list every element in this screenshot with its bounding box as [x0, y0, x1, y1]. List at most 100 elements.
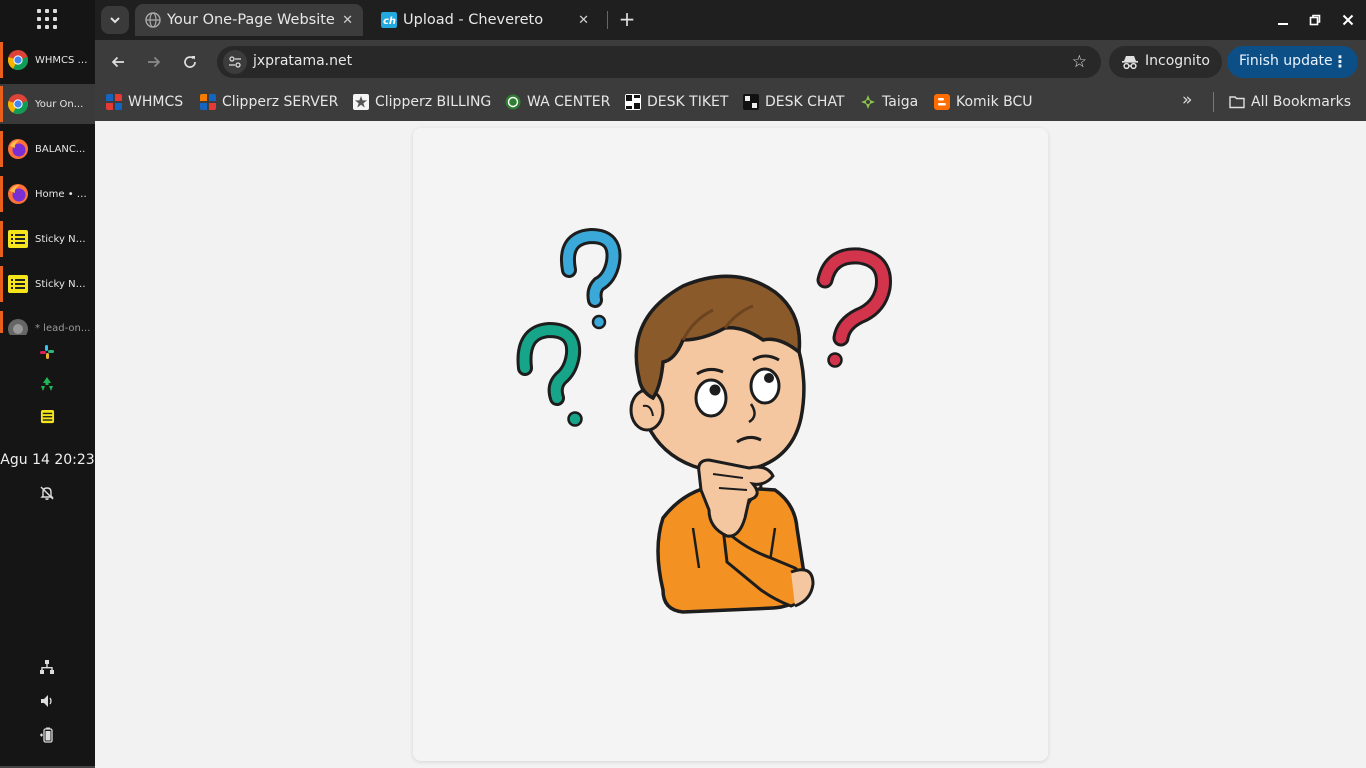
tab-strip: Your One-Page Website ✕ ch Upload - Chev…	[95, 0, 1366, 40]
network-icon[interactable]	[38, 658, 56, 676]
sticky-notes-icon[interactable]	[38, 407, 56, 425]
close-window-button[interactable]	[1338, 10, 1358, 30]
tab-search-button[interactable]	[101, 6, 129, 34]
volume-icon[interactable]	[38, 692, 56, 710]
tab-close-button[interactable]: ✕	[578, 13, 589, 28]
globe-icon	[145, 12, 161, 28]
site-info-button[interactable]	[223, 50, 247, 74]
sticky-notes-icon	[8, 230, 28, 248]
clipperz-billing-icon	[353, 94, 369, 110]
incognito-label: Incognito	[1145, 53, 1210, 69]
taskbar-window-label: WHMCS - ...	[35, 54, 91, 66]
forward-button[interactable]	[142, 50, 166, 74]
recycle-icon[interactable]	[38, 375, 56, 393]
bookmark-taiga[interactable]: Taiga	[860, 92, 918, 112]
taskbar-window-label: Home • T...	[35, 188, 91, 200]
tab-your-one-page-website[interactable]: Your One-Page Website ✕	[135, 4, 363, 36]
bookmark-label: WA CENTER	[527, 94, 611, 110]
taiga-icon	[861, 95, 875, 109]
chevron-down-icon	[110, 17, 120, 24]
minimize-button[interactable]	[1273, 10, 1293, 30]
minimize-icon	[1278, 23, 1288, 25]
clipperz-icon	[200, 94, 216, 110]
slack-icon[interactable]	[38, 343, 56, 361]
bookmark-wa-center[interactable]: WA CENTER	[505, 92, 610, 112]
all-bookmarks-button[interactable]: All Bookmarks	[1229, 92, 1351, 112]
bookmark-desk-chat[interactable]: DESK CHAT	[743, 92, 845, 112]
bookmarks-bar: WHMCS Clipperz SERVER Clipperz BILLING W…	[95, 84, 1366, 121]
bookmark-clipperz-billing[interactable]: Clipperz BILLING	[353, 92, 491, 112]
tune-icon	[229, 56, 241, 68]
browser-chrome: Your One-Page Website ✕ ch Upload - Chev…	[95, 0, 1366, 121]
bookmark-star-icon[interactable]: ☆	[1072, 52, 1087, 72]
page-viewport	[95, 121, 1366, 768]
finish-update-button[interactable]: Finish update ⋮	[1227, 46, 1358, 78]
blogger-icon	[934, 94, 950, 110]
bookmark-label: Taiga	[882, 94, 919, 110]
tab-separator	[607, 11, 608, 29]
sticky-notes-icon	[8, 275, 28, 293]
taskbar-window-label: Your On...	[35, 98, 84, 110]
svg-text:ch: ch	[383, 16, 396, 27]
restore-button[interactable]	[1305, 10, 1325, 30]
clock[interactable]: Agu 14 20:23	[0, 452, 95, 468]
apps-grid-icon[interactable]	[37, 9, 57, 29]
url-text[interactable]: jxpratama.net	[253, 53, 352, 69]
chrome-icon	[8, 50, 28, 71]
taskbar-window-label: Sticky No...	[35, 278, 91, 290]
taskbar-window-balance[interactable]: BALANC...	[0, 129, 95, 169]
taskbar-window-label: * lead-on...	[35, 323, 91, 334]
battery-icon[interactable]	[38, 726, 56, 744]
arrow-left-icon	[111, 56, 124, 68]
bookmark-whmcs[interactable]: WHMCS	[106, 92, 183, 112]
desk-tiket-icon	[625, 94, 641, 110]
incognito-indicator[interactable]: Incognito	[1109, 46, 1222, 78]
desk-chat-icon	[743, 94, 759, 110]
app-icon	[8, 319, 28, 335]
taskbar-window-sticky-notes-2[interactable]: Sticky No...	[0, 264, 95, 304]
question-mark-blue-icon	[560, 228, 622, 330]
arrow-right-icon	[148, 56, 161, 68]
question-mark-green-icon	[516, 321, 583, 427]
taskbar-window-label: Sticky No...	[35, 233, 91, 245]
tab-upload-chevereto[interactable]: ch Upload - Chevereto ✕	[371, 4, 599, 36]
chrome-icon	[8, 94, 28, 115]
taskbar-window-label: BALANC...	[35, 143, 86, 155]
bookmark-label: DESK TIKET	[647, 94, 729, 110]
taskbar-window-whmcs[interactable]: WHMCS - ...	[0, 40, 95, 80]
firefox-icon	[8, 139, 28, 159]
reload-button[interactable]	[178, 50, 202, 74]
bookmark-label: WHMCS	[128, 94, 184, 110]
finish-update-label: Finish update	[1239, 53, 1333, 69]
tab-title: Upload - Chevereto	[403, 12, 544, 28]
tab-close-button[interactable]: ✕	[342, 13, 353, 28]
address-bar[interactable]: jxpratama.net ☆	[217, 46, 1101, 78]
more-vert-icon: ⋮	[1332, 52, 1348, 71]
confused-boy-illustration	[516, 228, 892, 614]
bookmark-komik-bcu[interactable]: Komik BCU	[934, 92, 1033, 112]
more-bookmarks-button[interactable]: »	[1182, 90, 1192, 110]
taskbar-window-home[interactable]: Home • T...	[0, 174, 95, 214]
bookmark-clipperz-server[interactable]: Clipperz SERVER	[200, 92, 338, 112]
chevereto-icon: ch	[381, 12, 397, 28]
all-bookmarks-label: All Bookmarks	[1251, 94, 1352, 110]
close-icon	[1342, 14, 1354, 26]
whatsapp-icon	[505, 94, 521, 110]
taskbar-window-sticky-notes-1[interactable]: Sticky No...	[0, 219, 95, 259]
new-tab-button[interactable]: +	[615, 8, 639, 32]
bookmark-label: Clipperz BILLING	[375, 94, 492, 110]
question-mark-red-icon	[816, 247, 892, 368]
left-taskbar: WHMCS - ... Your On... BALANC... Home • …	[0, 0, 95, 768]
back-button[interactable]	[106, 50, 130, 74]
folder-icon	[1229, 96, 1245, 109]
content-card	[413, 128, 1048, 761]
bookmark-label: DESK CHAT	[765, 94, 845, 110]
bookmark-label: Clipperz SERVER	[222, 94, 339, 110]
reload-icon	[184, 56, 196, 68]
whmcs-icon	[106, 94, 122, 110]
taskbar-window-lead[interactable]: * lead-on...	[0, 309, 95, 335]
bookmark-desk-tiket[interactable]: DESK TIKET	[625, 92, 728, 112]
bookmarks-separator	[1213, 92, 1214, 112]
taskbar-window-your-one-page[interactable]: Your On...	[0, 84, 95, 124]
bell-off-icon[interactable]	[38, 484, 56, 502]
